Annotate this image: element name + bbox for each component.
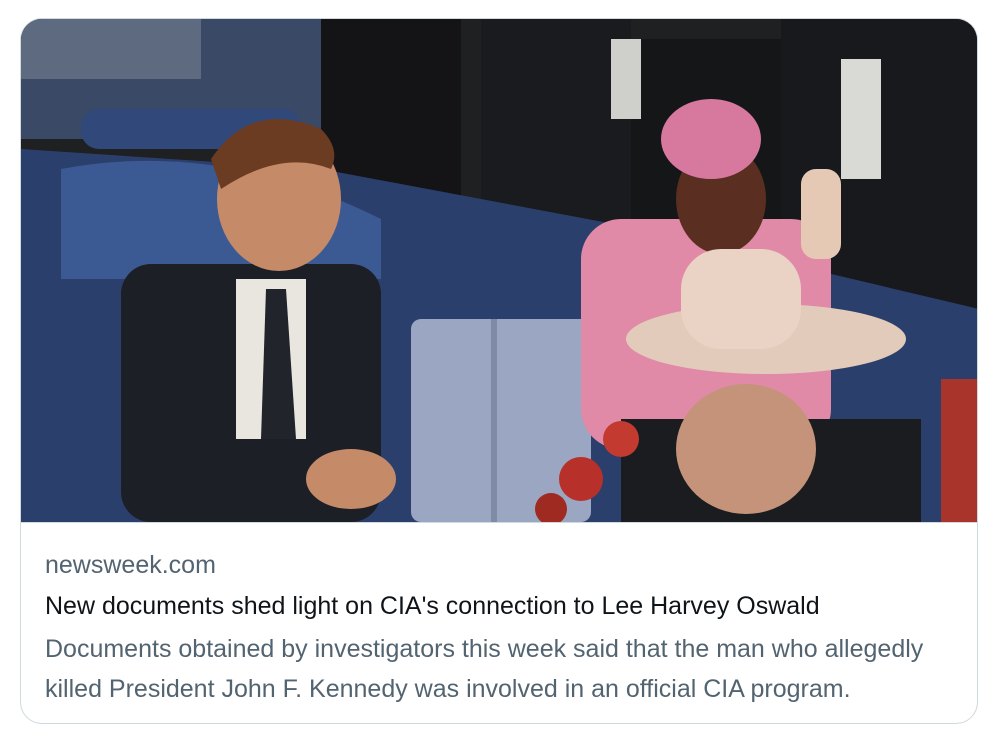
card-title[interactable]: New documents shed light on CIA's connec… (45, 590, 953, 622)
card-meta: newsweek.com New documents shed light on… (45, 549, 953, 709)
card-domain: newsweek.com (45, 551, 216, 579)
media-divider (21, 522, 977, 523)
card-description: Documents obtained by investigators this… (45, 635, 924, 703)
photo-illustration (21, 19, 977, 522)
preview-image[interactable] (21, 19, 977, 522)
link-preview-card[interactable]: newsweek.com New documents shed light on… (20, 18, 978, 724)
